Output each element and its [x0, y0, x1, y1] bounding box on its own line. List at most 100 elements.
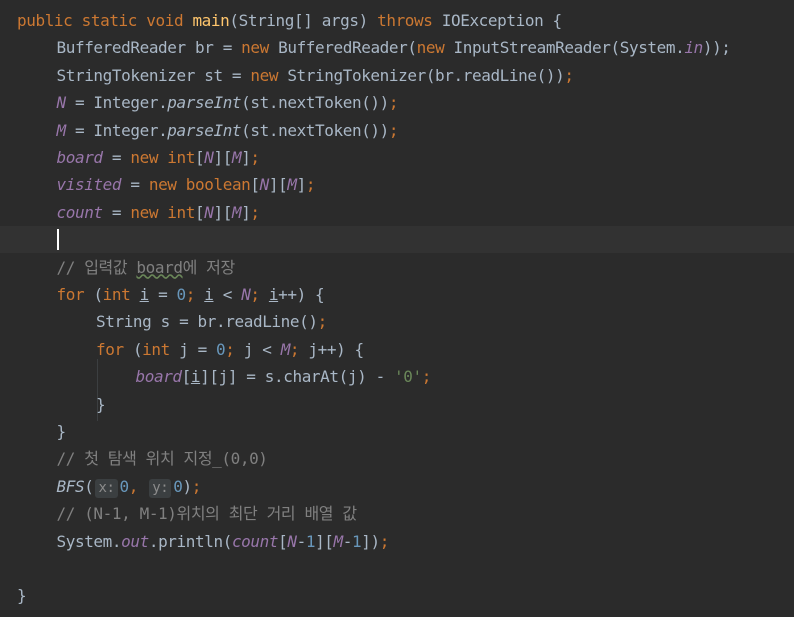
code-token: N: [259, 175, 270, 195]
code-line[interactable]: }: [0, 418, 794, 445]
code-token: // (N-1, M-1)위치의 최단 거리 배열 값: [56, 504, 358, 524]
text-caret: [56, 229, 59, 251]
code-token: =: [121, 175, 149, 195]
code-line[interactable]: }: [0, 391, 794, 418]
code-line[interactable]: board = new int[N][M];: [0, 144, 794, 171]
code-token: N: [56, 93, 67, 113]
code-token: M: [231, 202, 242, 222]
code-token: [: [250, 175, 260, 195]
code-token: // 입력값: [56, 257, 137, 277]
code-token: ][: [213, 202, 232, 222]
code-token: public static void: [17, 11, 193, 30]
code-token: M: [231, 148, 242, 167]
code-token: 0: [173, 476, 183, 496]
code-line[interactable]: count = new int[N][M];: [0, 199, 794, 226]
code-line-text: for (int j = 0; j < M; j++) {: [96, 336, 364, 363]
code-line[interactable]: String s = br.readLine();: [0, 308, 794, 335]
code-line-text: BufferedReader br = new BufferedReader(n…: [57, 34, 731, 61]
code-line[interactable]: for (int j = 0; j < M; j++) {: [0, 336, 794, 363]
code-token: 0: [119, 476, 130, 496]
code-token: new int: [130, 202, 196, 222]
code-token: BufferedReader(: [278, 38, 417, 58]
code-token: StringTokenizer st =: [56, 65, 251, 85]
code-token: ;: [250, 285, 269, 304]
code-token: in: [684, 38, 703, 58]
code-line[interactable]: board[i][j] = s.charAt(j) - '0';: [0, 363, 794, 390]
code-line[interactable]: // (N-1, M-1)위치의 최단 거리 배열 값: [0, 500, 794, 527]
code-line[interactable]: N = Integer.parseInt(st.nextToken());: [0, 89, 794, 116]
code-token: 0: [216, 339, 226, 359]
code-token: count: [56, 202, 104, 222]
code-token: M: [287, 175, 297, 195]
parameter-hint: x:: [95, 478, 118, 498]
code-line[interactable]: BufferedReader br = new BufferedReader(n…: [0, 34, 794, 61]
code-token: M: [280, 339, 291, 359]
code-line[interactable]: visited = new boolean[N][M];: [0, 171, 794, 198]
code-token: = Integer.: [65, 120, 168, 140]
code-line-text: N = Integer.parseInt(st.nextToken());: [57, 89, 399, 116]
code-token: }: [56, 422, 67, 441]
code-token: ;: [564, 65, 574, 85]
code-line-text: BFS(x: 0, y: 0);: [57, 473, 201, 500]
code-line-text: board[i][j] = s.charAt(j) - '0';: [136, 363, 432, 390]
code-line[interactable]: }: [0, 582, 794, 609]
code-editor[interactable]: public static void main(String[] args) t…: [0, 0, 794, 617]
code-line[interactable]: [0, 555, 794, 582]
code-token: j <: [243, 339, 281, 359]
code-line[interactable]: System.out.println(count[N-1][M-1]);: [0, 528, 794, 555]
code-token: StringTokenizer(br.readLine()): [287, 65, 565, 85]
code-token: ;: [185, 285, 205, 304]
code-token: '0': [394, 367, 422, 387]
code-token: 1: [305, 531, 316, 551]
code-token: i: [139, 285, 150, 304]
code-token: [: [181, 367, 192, 387]
code-token: -: [296, 531, 307, 551]
code-token: .println(: [148, 531, 233, 551]
code-token: System.: [56, 531, 122, 551]
code-token: InputStreamReader(System.: [453, 38, 685, 58]
code-token: ;: [289, 339, 309, 359]
code-line-text: String s = br.readLine();: [96, 308, 327, 335]
code-line-text: public static void main(String[] args) t…: [17, 7, 562, 34]
current-code-line[interactable]: [0, 226, 794, 254]
code-token: (String[] args): [229, 11, 378, 30]
code-token: board: [136, 257, 183, 277]
code-token: new: [241, 38, 279, 58]
code-token: [: [278, 531, 288, 551]
code-line-text: StringTokenizer st = new StringTokenizer…: [57, 62, 574, 89]
code-token: 0: [176, 285, 187, 304]
code-line[interactable]: M = Integer.parseInt(st.nextToken());: [0, 117, 794, 144]
code-token: int: [142, 339, 180, 359]
code-token: parseInt: [167, 120, 242, 140]
code-line-text: // 입력값 board에 저장: [56, 254, 236, 281]
code-line[interactable]: BFS(x: 0, y: 0);: [0, 473, 794, 500]
code-token: ][j] = s.charAt(j) -: [200, 367, 395, 387]
code-token: out: [121, 531, 149, 551]
code-token: ][: [268, 175, 288, 195]
code-token: i: [268, 285, 279, 304]
code-token: -: [342, 531, 353, 551]
code-token: (st.nextToken()): [241, 93, 389, 113]
code-token: 에 저장: [182, 257, 236, 277]
code-token: (: [84, 476, 94, 496]
code-token: ,: [128, 476, 148, 496]
code-line[interactable]: for (int i = 0; i < N; i++) {: [0, 281, 794, 308]
code-token: j =: [179, 339, 217, 359]
code-line[interactable]: public static void main(String[] args) t…: [0, 7, 794, 34]
code-line-text: // (N-1, M-1)위치의 최단 거리 배열 값: [56, 500, 358, 527]
code-line-text: board = new int[N][M];: [57, 144, 261, 171]
code-token: =: [102, 148, 131, 167]
code-line[interactable]: // 첫 탐색 위치 지정_(0,0): [0, 445, 794, 472]
code-line[interactable]: StringTokenizer st = new StringTokenizer…: [0, 62, 794, 89]
code-token: BFS: [56, 476, 85, 496]
code-line-text: }: [96, 391, 106, 418]
code-token: N: [287, 531, 297, 551]
code-token: }: [96, 394, 106, 414]
code-line-text: count = new int[N][M];: [56, 199, 261, 226]
code-token: count: [231, 531, 279, 551]
code-token: (: [93, 285, 103, 304]
code-line[interactable]: // 입력값 board에 저장: [0, 254, 794, 281]
code-token: [: [195, 202, 205, 222]
code-token: parseInt: [167, 93, 242, 113]
parameter-hint: y:: [149, 478, 172, 498]
